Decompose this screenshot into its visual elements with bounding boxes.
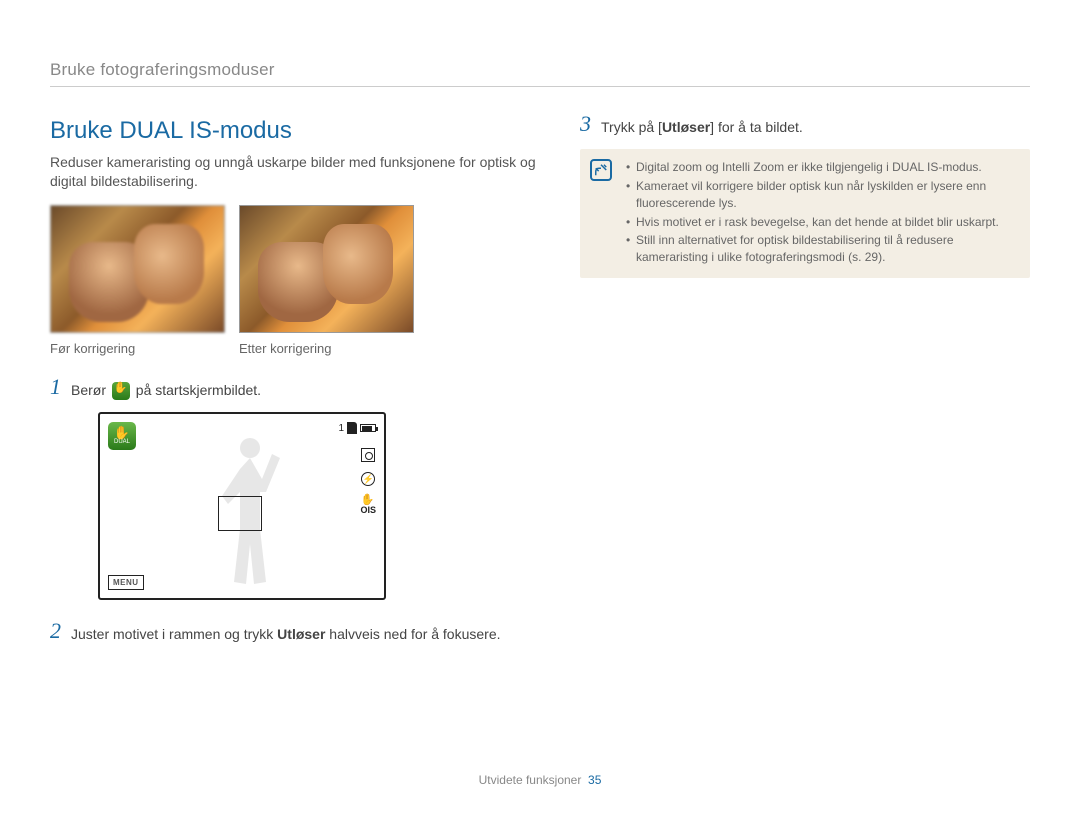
step1-post: på startskjermbildet. xyxy=(136,382,261,398)
step-3: 3 Trykk på [Utløser] for å ta bildet. xyxy=(580,117,1030,137)
right-column: 3 Trykk på [Utløser] for å ta bildet. Di… xyxy=(580,117,1030,656)
step-2: 2 Juster motivet i rammen og trykk Utløs… xyxy=(50,624,540,644)
note-item: Digital zoom og Intelli Zoom er ikke til… xyxy=(626,159,1018,176)
note-item: Kameraet vil korrigere bilder optisk kun… xyxy=(626,178,1018,212)
step3-pre: Trykk på [ xyxy=(601,119,662,135)
photo-size-icon xyxy=(361,448,375,462)
note-icon xyxy=(590,159,612,181)
note-item: Still inn alternativet for optisk bildes… xyxy=(626,232,1018,266)
photo-after xyxy=(239,205,414,333)
step1-pre: Berør xyxy=(71,382,106,398)
caption-after: Etter korrigering xyxy=(239,337,414,356)
step-number: 1 xyxy=(50,376,61,398)
focus-rectangle xyxy=(218,496,262,531)
dual-mode-icon: DUAL xyxy=(108,422,136,450)
breadcrumb: Bruke fotograferingsmoduser xyxy=(50,60,1030,87)
step-number: 3 xyxy=(580,113,591,135)
ois-icon: OIS xyxy=(360,496,376,515)
footer-section: Utvidete funksjoner xyxy=(479,773,582,787)
screen-status-bar: 1 xyxy=(338,422,376,434)
image-row xyxy=(50,205,540,333)
sd-card-icon xyxy=(347,422,357,434)
menu-button: MENU xyxy=(108,575,144,590)
note-list: Digital zoom og Intelli Zoom er ikke til… xyxy=(626,159,1018,266)
step-number: 2 xyxy=(50,620,61,642)
photo-before xyxy=(50,205,225,333)
left-column: Bruke DUAL IS-modus Reduser kameraristin… xyxy=(50,117,540,656)
shots-remaining: 1 xyxy=(338,423,344,434)
note-box: Digital zoom og Intelli Zoom er ikke til… xyxy=(580,149,1030,278)
step3-bold: Utløser xyxy=(662,119,710,135)
note-item: Hvis motivet er i rask bevegelse, kan de… xyxy=(626,214,1018,231)
step-1: 1 Berør på startskjermbildet. xyxy=(50,380,540,400)
step2-mid: halvveis ned for å fokusere. xyxy=(325,626,500,642)
intro-text: Reduser kameraristing og unngå uskarpe b… xyxy=(50,153,540,191)
page-footer: Utvidete funksjoner 35 xyxy=(0,773,1080,787)
caption-before: Før korrigering xyxy=(50,337,225,356)
flash-icon: ⚡ xyxy=(361,472,375,486)
dual-is-icon xyxy=(112,382,130,400)
step2-pre: Juster motivet i rammen og trykk xyxy=(71,626,277,642)
battery-icon xyxy=(360,424,376,432)
step3-post: ] for å ta bildet. xyxy=(710,119,803,135)
section-title: Bruke DUAL IS-modus xyxy=(50,117,540,145)
footer-page: 35 xyxy=(588,773,601,787)
camera-screen: DUAL 1 ⚡ OIS MENU xyxy=(98,412,386,600)
step2-bold: Utløser xyxy=(277,626,325,642)
